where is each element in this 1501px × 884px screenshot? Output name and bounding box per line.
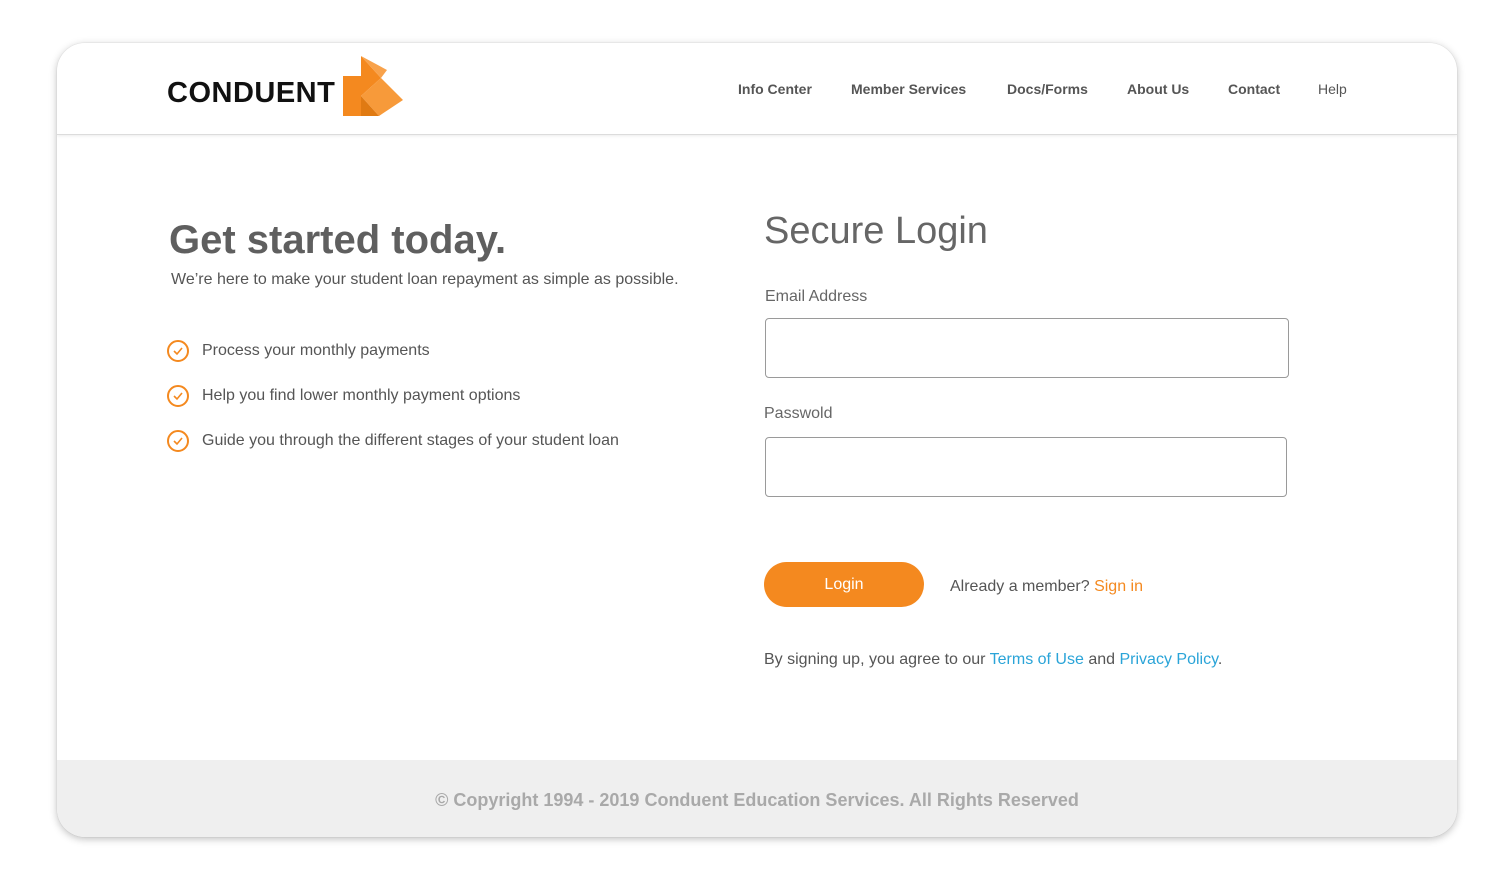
nav-item-contact[interactable]: Contact	[1228, 81, 1280, 97]
browser-window: CONDUENT Info Center Member Services Doc…	[57, 43, 1457, 837]
feature-text: Help you find lower monthly payment opti…	[202, 387, 521, 404]
check-circle-icon	[167, 385, 189, 407]
main-content: Get started today. We’re here to make yo…	[57, 135, 1457, 760]
nav-item-about-us[interactable]: About Us	[1127, 81, 1189, 97]
email-label: Email Address	[765, 288, 868, 305]
terms-prefix: By signing up, you agree to our	[764, 651, 986, 668]
feature-text: Process your monthly payments	[202, 342, 430, 359]
nav-item-member-services[interactable]: Member Services	[851, 81, 966, 97]
terms-suffix: .	[1217, 651, 1223, 668]
check-circle-icon	[167, 340, 189, 362]
terms-notice: By signing up, you agree to our Terms of…	[764, 651, 1222, 669]
page-subhead: We’re here to make your student loan rep…	[171, 271, 679, 288]
nav-item-help[interactable]: Help	[1318, 81, 1347, 97]
copyright-text: © Copyright 1994 - 2019 Conduent Educati…	[435, 790, 1079, 810]
site-footer: © Copyright 1994 - 2019 Conduent Educati…	[57, 760, 1457, 837]
email-field[interactable]	[765, 318, 1289, 378]
login-button[interactable]: Login	[764, 562, 924, 607]
privacy-policy-link[interactable]: Privacy Policy	[1120, 651, 1218, 668]
check-circle-icon	[167, 430, 189, 452]
terms-of-use-link[interactable]: Terms of Use	[990, 651, 1084, 668]
login-title: Secure Login	[764, 210, 988, 252]
member-prompt-row: Already a member? Sign in	[950, 578, 1143, 596]
password-label: Passwold	[764, 405, 833, 422]
feature-text: Guide you through the different stages o…	[202, 432, 619, 449]
site-header: CONDUENT Info Center Member Services Doc…	[57, 43, 1457, 135]
terms-and: and	[1088, 651, 1116, 668]
member-prompt: Already a member?	[950, 578, 1090, 595]
page-headline: Get started today.	[169, 218, 507, 262]
password-field[interactable]	[765, 437, 1287, 497]
nav-item-info-center[interactable]: Info Center	[738, 81, 812, 97]
main-nav: Info Center Member Services Docs/Forms A…	[57, 81, 1457, 101]
nav-item-docs-forms[interactable]: Docs/Forms	[1007, 81, 1088, 97]
sign-in-link[interactable]: Sign in	[1094, 578, 1143, 595]
